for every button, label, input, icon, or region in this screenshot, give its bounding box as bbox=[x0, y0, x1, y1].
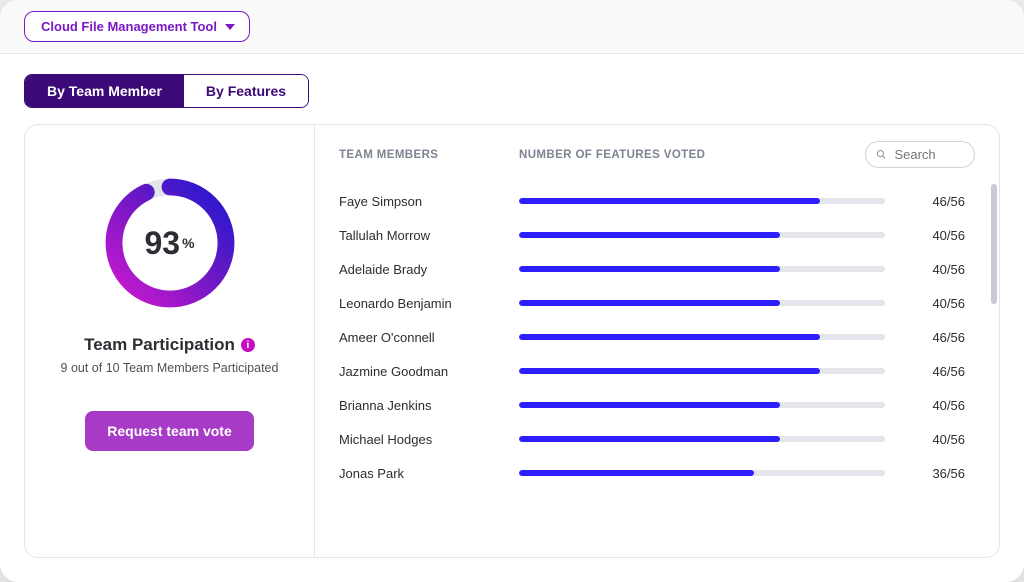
member-row[interactable]: Adelaide Brady 40/56 bbox=[339, 252, 965, 286]
search-icon bbox=[876, 148, 886, 161]
member-name: Faye Simpson bbox=[339, 194, 499, 209]
vote-bar-fill bbox=[519, 470, 754, 476]
vote-bar-track bbox=[519, 266, 885, 272]
vote-bar-cell bbox=[519, 470, 885, 476]
participation-percent: 93 bbox=[144, 225, 180, 262]
vote-bar-track bbox=[519, 402, 885, 408]
vote-count: 36/56 bbox=[905, 466, 965, 481]
vote-bar-track bbox=[519, 300, 885, 306]
request-team-vote-label: Request team vote bbox=[107, 423, 231, 439]
vote-count: 46/56 bbox=[905, 330, 965, 345]
vote-bar-cell bbox=[519, 232, 885, 238]
vote-bar-track bbox=[519, 368, 885, 374]
tab-group: By Team Member By Features bbox=[24, 74, 309, 108]
chevron-down-icon bbox=[225, 24, 235, 30]
search-box[interactable] bbox=[865, 141, 975, 168]
participation-title-row: Team Participation i bbox=[84, 335, 255, 355]
donut-center-label: 93% bbox=[100, 173, 240, 313]
product-dropdown[interactable]: Cloud File Management Tool bbox=[24, 11, 250, 42]
member-name: Jonas Park bbox=[339, 466, 499, 481]
product-dropdown-label: Cloud File Management Tool bbox=[41, 19, 217, 34]
vote-bar-fill bbox=[519, 266, 780, 272]
vote-bar-cell bbox=[519, 300, 885, 306]
member-row[interactable]: Tallulah Morrow 40/56 bbox=[339, 218, 965, 252]
member-row[interactable]: Faye Simpson 46/56 bbox=[339, 184, 965, 218]
scrollbar-thumb[interactable] bbox=[991, 184, 997, 304]
member-row[interactable]: Brianna Jenkins 40/56 bbox=[339, 388, 965, 422]
participation-title: Team Participation bbox=[84, 335, 235, 355]
vote-count: 40/56 bbox=[905, 296, 965, 311]
vote-bar-fill bbox=[519, 334, 820, 340]
vote-bar-track bbox=[519, 232, 885, 238]
member-row[interactable]: Jonas Park 36/56 bbox=[339, 456, 965, 490]
vote-count: 46/56 bbox=[905, 364, 965, 379]
info-icon[interactable]: i bbox=[241, 338, 255, 352]
tabs-row: By Team Member By Features bbox=[0, 54, 1024, 108]
member-name: Ameer O'connell bbox=[339, 330, 499, 345]
col-header-voted: NUMBER OF FEATURES VOTED bbox=[519, 149, 845, 161]
vote-count: 40/56 bbox=[905, 432, 965, 447]
member-name: Jazmine Goodman bbox=[339, 364, 499, 379]
member-name: Brianna Jenkins bbox=[339, 398, 499, 413]
participation-subtitle: 9 out of 10 Team Members Participated bbox=[61, 361, 279, 375]
search-input[interactable] bbox=[892, 146, 964, 163]
participation-panel: 93% Team Participation i 9 out of 10 Tea… bbox=[25, 125, 315, 557]
vote-bar-cell bbox=[519, 436, 885, 442]
content: 93% Team Participation i 9 out of 10 Tea… bbox=[0, 108, 1024, 582]
vote-count: 40/56 bbox=[905, 228, 965, 243]
vote-count: 40/56 bbox=[905, 262, 965, 277]
vote-bar-fill bbox=[519, 402, 780, 408]
member-name: Michael Hodges bbox=[339, 432, 499, 447]
page: Cloud File Management Tool By Team Membe… bbox=[0, 0, 1024, 582]
member-name: Leonardo Benjamin bbox=[339, 296, 499, 311]
vote-bar-cell bbox=[519, 368, 885, 374]
col-header-members: TEAM MEMBERS bbox=[339, 149, 499, 161]
top-bar: Cloud File Management Tool bbox=[0, 0, 1024, 54]
vote-count: 40/56 bbox=[905, 398, 965, 413]
member-row[interactable]: Michael Hodges 40/56 bbox=[339, 422, 965, 456]
vote-bar-cell bbox=[519, 334, 885, 340]
vote-bar-fill bbox=[519, 300, 780, 306]
tab-team-member[interactable]: By Team Member bbox=[25, 75, 184, 107]
member-name: Tallulah Morrow bbox=[339, 228, 499, 243]
vote-bar-track bbox=[519, 470, 885, 476]
vote-bar-fill bbox=[519, 368, 820, 374]
tab-team-member-label: By Team Member bbox=[47, 83, 162, 99]
vote-bar-fill bbox=[519, 232, 780, 238]
vote-bar-fill bbox=[519, 198, 820, 204]
vote-bar-cell bbox=[519, 198, 885, 204]
vote-bar-cell bbox=[519, 266, 885, 272]
members-list: Faye Simpson46/56Tallulah Morrow40/56Ade… bbox=[315, 180, 989, 557]
vote-bar-track bbox=[519, 198, 885, 204]
member-row[interactable]: Ameer O'connell 46/56 bbox=[339, 320, 965, 354]
member-row[interactable]: Leonardo Benjamin 40/56 bbox=[339, 286, 965, 320]
members-list-wrap: Faye Simpson46/56Tallulah Morrow40/56Ade… bbox=[315, 180, 999, 557]
tab-features[interactable]: By Features bbox=[184, 75, 308, 107]
members-panel: TEAM MEMBERS NUMBER OF FEATURES VOTED Fa… bbox=[315, 125, 999, 557]
vote-count: 46/56 bbox=[905, 194, 965, 209]
tab-features-label: By Features bbox=[206, 83, 286, 99]
participation-card: 93% Team Participation i 9 out of 10 Tea… bbox=[24, 124, 1000, 558]
vote-bar-cell bbox=[519, 402, 885, 408]
percent-symbol: % bbox=[182, 235, 194, 251]
vote-bar-track bbox=[519, 436, 885, 442]
request-team-vote-button[interactable]: Request team vote bbox=[85, 411, 253, 451]
member-name: Adelaide Brady bbox=[339, 262, 499, 277]
participation-donut: 93% bbox=[100, 173, 240, 313]
scrollbar[interactable] bbox=[989, 180, 999, 557]
vote-bar-track bbox=[519, 334, 885, 340]
vote-bar-fill bbox=[519, 436, 780, 442]
members-header-row: TEAM MEMBERS NUMBER OF FEATURES VOTED bbox=[315, 125, 999, 180]
member-row[interactable]: Jazmine Goodman 46/56 bbox=[339, 354, 965, 388]
